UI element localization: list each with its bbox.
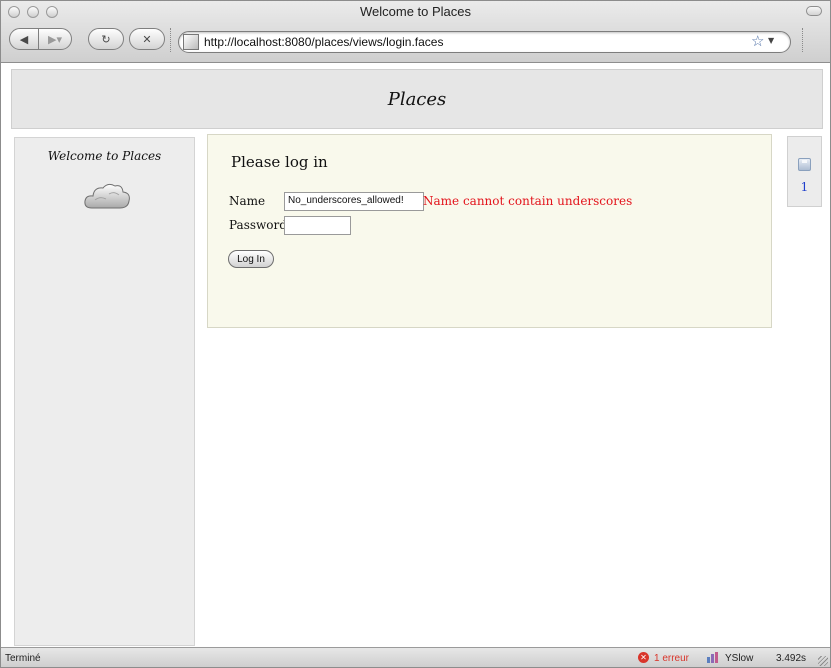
browser-window: Welcome to Places ◀ ▶▾ ↻ ✕ http://localh…	[0, 0, 831, 668]
disk-icon[interactable]	[798, 158, 811, 171]
back-button[interactable]: ◀	[9, 28, 39, 50]
forward-button[interactable]: ▶▾	[38, 28, 72, 50]
toolbar-toggle-button[interactable]	[806, 6, 822, 16]
page-favicon-icon	[183, 34, 199, 50]
forward-arrow-icon: ▶▾	[48, 32, 62, 46]
resize-grip-icon[interactable]	[818, 656, 828, 666]
error-icon[interactable]: ✕	[638, 652, 649, 663]
load-time: 3.492s	[776, 653, 807, 664]
dropdown-arrow-icon[interactable]: ▼	[768, 36, 774, 45]
yslow-label[interactable]: YSlow	[725, 653, 753, 664]
counter-box: 1	[787, 136, 822, 207]
yslow-icon[interactable]	[706, 651, 720, 664]
login-heading: Please log in	[231, 153, 328, 171]
password-label: Password	[229, 218, 287, 232]
name-error-message: Name cannot contain underscores	[423, 194, 633, 208]
error-count[interactable]: 1 erreur	[654, 653, 689, 664]
login-button[interactable]: Log In	[228, 250, 274, 268]
name-label: Name	[229, 194, 266, 208]
toolbar-separator	[170, 28, 171, 52]
window-title: Welcome to Places	[359, 4, 472, 19]
page-header: Places	[11, 69, 823, 129]
toolbar-separator	[802, 28, 803, 52]
page-viewport: Places Welcome to Places Please log in N…	[1, 64, 830, 646]
cloud-icon	[84, 183, 130, 209]
reload-button[interactable]: ↻	[88, 28, 124, 50]
status-text: Terminé	[5, 653, 41, 664]
browser-chrome: Welcome to Places ◀ ▶▾ ↻ ✕ http://localh…	[1, 1, 830, 63]
status-bar: Terminé ✕ 1 erreur YSlow 3.492s	[1, 647, 830, 667]
back-arrow-icon: ◀	[19, 32, 29, 46]
sidebar-title: Welcome to Places	[47, 149, 162, 163]
password-input[interactable]	[284, 216, 351, 235]
bookmark-star-icon[interactable]: ☆	[751, 32, 764, 50]
login-panel: Please log in Name No_underscores_allowe…	[207, 134, 772, 328]
name-input[interactable]: No_underscores_allowed!	[284, 192, 424, 211]
counter-link[interactable]: 1	[788, 180, 821, 194]
url-text[interactable]: http://localhost:8080/places/views/login…	[204, 35, 443, 49]
stop-button[interactable]: ✕	[129, 28, 165, 50]
reload-icon: ↻	[101, 32, 111, 46]
stop-icon: ✕	[142, 32, 152, 46]
sidebar: Welcome to Places	[14, 137, 195, 646]
